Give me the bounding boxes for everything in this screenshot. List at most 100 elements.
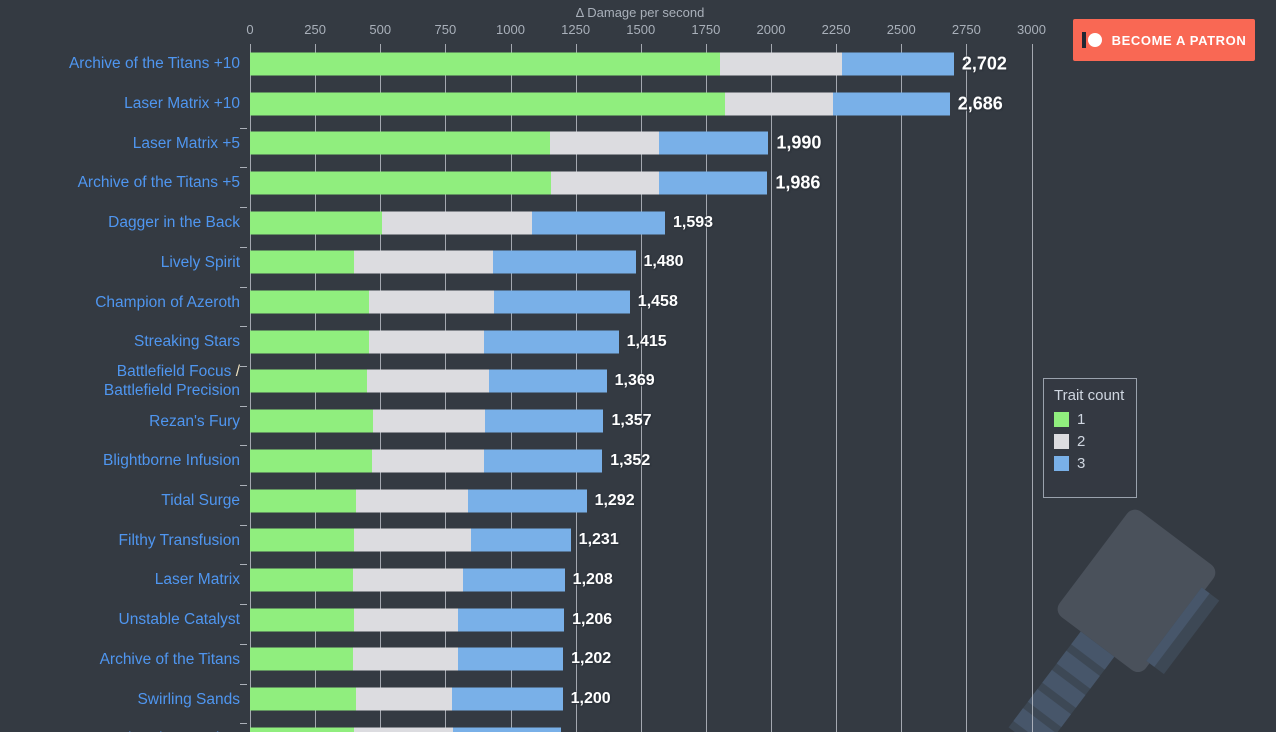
bar-segment-trait-2[interactable] [369,330,485,354]
chart-row-label[interactable]: Swirling Sands [5,690,240,709]
bar-segment-trait-2[interactable] [550,171,659,195]
bar-segment-trait-3[interactable] [458,608,565,632]
chart-row-label[interactable]: Blightborne Infusion [5,451,240,470]
bar-segment-trait-1[interactable] [250,52,720,76]
bar-segment-trait-2[interactable] [719,52,842,76]
bar-segment-trait-1[interactable] [250,131,550,155]
bar-segment-trait-2[interactable] [369,290,494,314]
chart-row-label[interactable]: Archive of the Titans +10 [5,54,240,73]
bar-segment-trait-2[interactable] [353,568,464,592]
stacked-bar[interactable] [250,489,587,513]
bar-segment-trait-1[interactable] [250,211,383,235]
bar-segment-trait-1[interactable] [250,647,354,671]
chart-row[interactable]: Swirling Sands 1,200 [0,679,1276,719]
chart-row-label[interactable]: Laser Matrix [5,570,240,589]
bar-segment-trait-3[interactable] [492,250,636,274]
stacked-bar[interactable] [250,131,769,155]
chart-row[interactable]: Archive of the Titans +5 1,986 [0,163,1276,203]
chart-row[interactable]: Archive of the Titans 1,202 [0,640,1276,680]
bar-segment-trait-3[interactable] [453,727,562,732]
chart-row-label[interactable]: Archive of the Titans +5 [5,173,240,192]
bar-segment-trait-2[interactable] [382,211,532,235]
chart-row-label[interactable]: Tidal Surge [5,491,240,510]
bar-segment-trait-3[interactable] [841,52,954,76]
bar-segment-trait-1[interactable] [250,568,354,592]
bar-segment-trait-2[interactable] [724,92,834,116]
stacked-bar[interactable] [250,727,562,732]
bar-segment-trait-3[interactable] [484,330,619,354]
chart-row[interactable]: Filthy Transfusion 1,231 [0,520,1276,560]
bar-segment-trait-2[interactable] [353,647,459,671]
bar-segment-trait-1[interactable] [250,687,357,711]
bar-segment-trait-3[interactable] [467,489,587,513]
chart-row-label[interactable]: Archive of the Titans [5,650,240,669]
bar-segment-trait-3[interactable] [658,171,768,195]
stacked-bar[interactable] [250,647,564,671]
chart-row-label[interactable]: Dagger in the Back [5,213,240,232]
chart-row[interactable]: Streaking Stars 1,415 [0,322,1276,362]
stacked-bar[interactable] [250,409,604,433]
chart-row[interactable]: Thunderous Blast1,194 [0,719,1276,732]
bar-segment-trait-1[interactable] [250,171,551,195]
chart-row-label[interactable]: Champion of Azeroth [5,293,240,312]
bar-segment-trait-1[interactable] [250,250,355,274]
bar-segment-trait-3[interactable] [471,528,571,552]
bar-segment-trait-3[interactable] [458,647,564,671]
stacked-bar[interactable] [250,568,565,592]
bar-segment-trait-3[interactable] [489,369,607,393]
chart-row-label[interactable]: Filthy Transfusion [5,531,240,550]
bar-segment-trait-1[interactable] [250,727,355,732]
legend-item-2[interactable]: 2 [1054,433,1126,450]
bar-segment-trait-2[interactable] [356,687,453,711]
legend-item-1[interactable]: 1 [1054,411,1126,428]
bar-segment-trait-1[interactable] [250,449,373,473]
chart-row-label[interactable]: Laser Matrix +5 [5,134,240,153]
stacked-bar[interactable] [250,608,565,632]
stacked-bar[interactable] [250,687,563,711]
bar-segment-trait-3[interactable] [531,211,665,235]
stacked-bar[interactable] [250,52,954,76]
bar-segment-trait-2[interactable] [356,489,468,513]
bar-segment-trait-1[interactable] [250,92,725,116]
stacked-bar[interactable] [250,92,950,116]
chart-row[interactable]: Laser Matrix +5 1,990 [0,123,1276,163]
stacked-bar[interactable] [250,449,603,473]
stacked-bar[interactable] [250,528,571,552]
bar-segment-trait-3[interactable] [493,290,630,314]
chart-row-label[interactable]: Streaking Stars [5,332,240,351]
chart-row-label[interactable]: Lively Spirit [5,253,240,272]
bar-segment-trait-1[interactable] [250,608,355,632]
bar-segment-trait-3[interactable] [484,449,603,473]
bar-segment-trait-2[interactable] [354,727,454,732]
bar-segment-trait-3[interactable] [452,687,563,711]
bar-segment-trait-2[interactable] [354,250,493,274]
stacked-bar[interactable] [250,290,630,314]
stacked-bar[interactable] [250,369,607,393]
bar-segment-trait-2[interactable] [367,369,490,393]
chart-row-label[interactable]: Unstable Catalyst [5,610,240,629]
chart-row-label[interactable]: Battlefield Focus / Battlefield Precision [5,362,240,400]
chart-row[interactable]: Champion of Azeroth 1,458 [0,282,1276,322]
chart-row[interactable]: Unstable Catalyst 1,206 [0,600,1276,640]
chart-row-label[interactable]: Laser Matrix +10 [5,94,240,113]
bar-segment-trait-1[interactable] [250,330,370,354]
bar-segment-trait-2[interactable] [373,409,486,433]
chart-row[interactable]: Lively Spirit 1,480 [0,243,1276,283]
bar-segment-trait-2[interactable] [549,131,659,155]
stacked-bar[interactable] [250,211,665,235]
bar-segment-trait-1[interactable] [250,369,368,393]
bar-segment-trait-1[interactable] [250,290,370,314]
bar-segment-trait-3[interactable] [463,568,565,592]
become-a-patron-button[interactable]: BECOME A PATRON [1073,19,1255,61]
stacked-bar[interactable] [250,171,768,195]
chart-row[interactable]: Laser Matrix +10 2,686 [0,84,1276,124]
stacked-bar[interactable] [250,250,636,274]
bar-segment-trait-3[interactable] [658,131,769,155]
stacked-bar[interactable] [250,330,619,354]
bar-segment-trait-1[interactable] [250,489,357,513]
bar-segment-trait-2[interactable] [372,449,485,473]
bar-segment-trait-1[interactable] [250,528,355,552]
chart-row-label[interactable]: Rezan's Fury [5,412,240,431]
bar-segment-trait-3[interactable] [485,409,604,433]
bar-segment-trait-3[interactable] [833,92,950,116]
